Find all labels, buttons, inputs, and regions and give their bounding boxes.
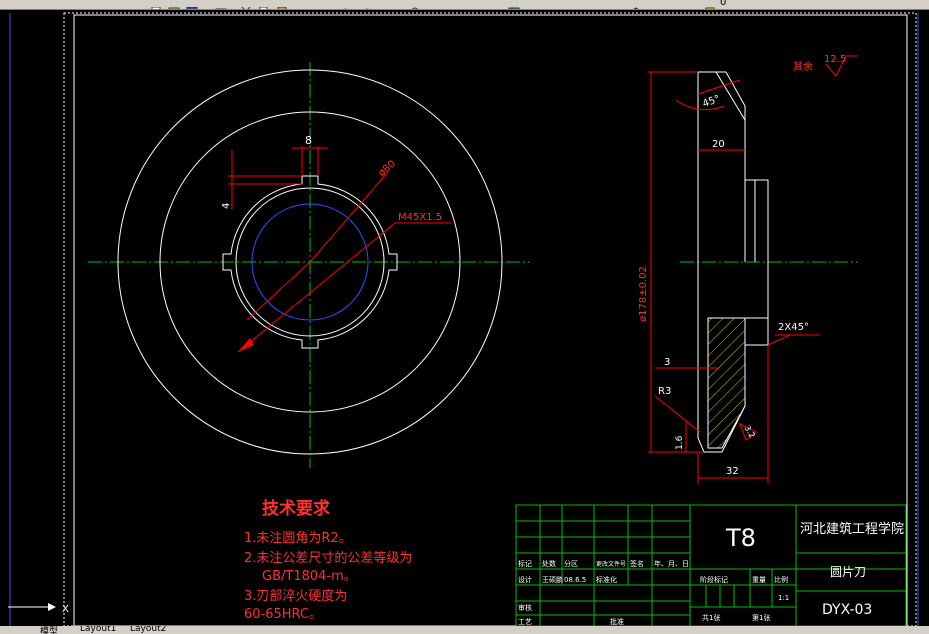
dim-diameter-label: ø80 (376, 159, 398, 180)
title-scale-value: 1:1 (778, 594, 789, 602)
properties-icon[interactable] (508, 0, 520, 9)
open-icon[interactable] (168, 0, 180, 9)
print-icon[interactable] (215, 0, 227, 9)
title-label-count: 处数 (542, 559, 556, 568)
title-designer: 王硕鹏 (542, 575, 563, 584)
title-standardize: 标准化 (596, 575, 617, 584)
title-sheet-no: 第1张 (752, 613, 770, 622)
dim-thread-line (237, 222, 396, 353)
title-review: 审核 (518, 603, 532, 612)
title-label-zone: 分区 (564, 559, 578, 568)
title-block: T8 河北建筑工程学院 圆片刀 DYX-03 标记 处数 分区 更改文件号 签名… (515, 504, 907, 626)
title-label-date: 年、月、日 (654, 559, 689, 568)
front-view: 8 4 ø80 M45X1.5 (88, 62, 530, 468)
dim-edge-label: 1.6 (675, 435, 685, 450)
tab-layout2[interactable]: Layout2 (130, 626, 166, 634)
dim-keyway-label: 8 (305, 134, 312, 147)
dim-outer-label: ø178±0.02 (638, 266, 649, 322)
title-label-sign: 签名 (630, 559, 644, 568)
title-approve: 批准 (610, 617, 624, 626)
roughness-rest-value: 12.5 (824, 54, 846, 65)
section-hatching (707, 317, 746, 449)
save-icon[interactable] (186, 0, 198, 9)
sheet-border (63, 12, 917, 626)
paste-icon[interactable] (276, 0, 288, 9)
frame-border (73, 14, 908, 626)
title-stage: 阶段标记 (700, 575, 728, 584)
dim-radius-leader (654, 395, 701, 433)
title-label-mark: 标记 (518, 559, 532, 568)
tech-item-2: 2.未注公差尺寸的公差等级为 (244, 550, 412, 566)
dim-chamfer-label: 2X45° (778, 322, 809, 333)
tab-model[interactable]: 模型 (40, 626, 58, 634)
dim-thread-label: M45X1.5 (398, 212, 442, 223)
technical-requirements: 技术要求 1.未注圆角为R2。 2.未注公差尺寸的公差等级为 GB/T1804-… (244, 498, 412, 622)
current-layer[interactable]: 0 (720, 0, 726, 8)
title-design: 设计 (518, 575, 532, 584)
standard-toolbar: 0 (0, 0, 929, 10)
roughness-rest-label: 其余 (793, 60, 813, 73)
title-material: T8 (725, 524, 756, 552)
dim-width-label: 32 (726, 466, 739, 477)
cut-icon[interactable] (240, 0, 252, 9)
new-icon[interactable] (150, 0, 162, 9)
drawing-canvas[interactable]: 8 4 ø80 M45X1.5 45° 20 ø178±0.02 2X45° 3… (0, 10, 929, 626)
dim-diameter-line (309, 171, 389, 263)
dim-depth-label: 4 (221, 203, 232, 209)
dim-radius-label: R3 (658, 386, 671, 397)
title-sheet-total: 共1张 (702, 613, 720, 622)
tech-item-3b: 60-65HRC。 (244, 607, 322, 622)
svg-text:X: X (62, 604, 69, 615)
layer-color-icon[interactable] (704, 0, 716, 9)
tech-item-3: 3.刃部淬火硬度为 (244, 588, 347, 604)
layer-icon[interactable] (630, 0, 642, 9)
side-view: 45° 20 ø178±0.02 2X45° 3 R3 1.6 32 3.2 其… (638, 54, 858, 484)
dim-hub-label: 20 (712, 139, 725, 150)
title-part-name: 圆片刀 (830, 565, 866, 579)
dim-thread-arrow (238, 338, 254, 352)
title-label-change: 更改文件号 (596, 560, 626, 568)
title-process: 工艺 (518, 618, 532, 626)
dim-step-label: 3 (664, 357, 670, 368)
title-school: 河北建筑工程学院 (800, 521, 904, 537)
dim-angle-leader (697, 79, 741, 95)
title-drawing-no: DYX-03 (822, 602, 872, 618)
redo-icon[interactable] (360, 0, 372, 9)
dim-chamfer-leader (767, 334, 791, 346)
tech-title: 技术要求 (262, 498, 330, 519)
title-weight: 重量 (752, 576, 766, 584)
dim-diameter-line-2 (246, 261, 311, 321)
tech-item-2b: GB/T1804-m。 (262, 569, 357, 584)
ucs-icon: X (8, 603, 69, 615)
layout-tabs-bar: 模型 Layout1 Layout2 (0, 626, 929, 634)
title-date: 08.6.5 (564, 576, 586, 584)
tech-item-1: 1.未注圆角为R2。 (244, 531, 352, 546)
undo-icon[interactable] (340, 0, 352, 9)
tab-layout1[interactable]: Layout1 (80, 626, 116, 634)
copy-icon[interactable] (258, 0, 270, 9)
zoom-icon[interactable] (410, 0, 422, 9)
title-scale: 比例 (774, 575, 788, 584)
